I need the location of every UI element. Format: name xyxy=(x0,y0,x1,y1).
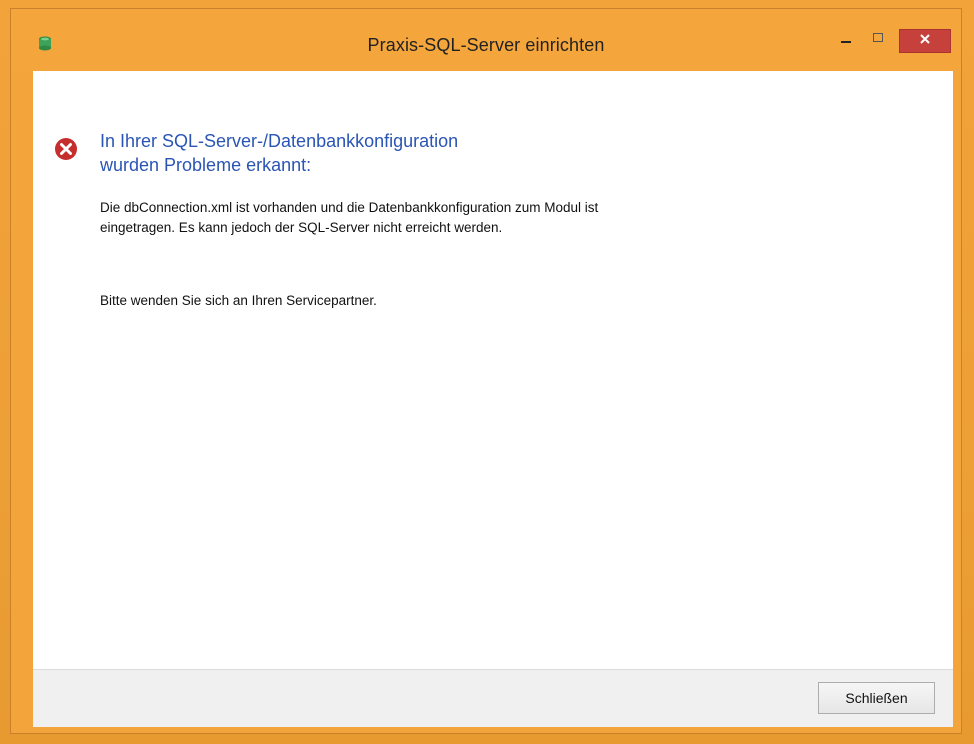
minimize-icon xyxy=(840,31,852,49)
dialog-window: Praxis-SQL-Server einrichten In Ihrer SQ… xyxy=(10,8,962,734)
heading-line-2: wurden Probleme erkannt: xyxy=(100,155,312,175)
close-button[interactable]: Schließen xyxy=(818,682,935,714)
window-controls xyxy=(831,29,951,59)
dialog-footer: Schließen xyxy=(33,669,953,727)
description-line-1: Die dbConnection.xml ist vorhanden und d… xyxy=(100,200,599,215)
close-icon xyxy=(919,32,931,50)
heading-line-1: In Ihrer SQL-Server-/Datenbankkonfigurat… xyxy=(100,131,459,151)
dialog-content: In Ihrer SQL-Server-/Datenbankkonfigurat… xyxy=(33,71,953,727)
title-bar[interactable]: Praxis-SQL-Server einrichten xyxy=(11,9,961,71)
window-title: Praxis-SQL-Server einrichten xyxy=(367,35,605,55)
error-heading: In Ihrer SQL-Server-/Datenbankkonfigurat… xyxy=(100,129,800,177)
contact-hint: Bitte wenden Sie sich an Ihren Servicepa… xyxy=(100,293,377,308)
description-line-2: eingetragen. Es kann jedoch der SQL-Serv… xyxy=(100,220,503,235)
window-close-button[interactable] xyxy=(899,29,951,53)
maximize-icon xyxy=(872,31,884,49)
error-description: Die dbConnection.xml ist vorhanden und d… xyxy=(100,198,840,238)
minimize-button[interactable] xyxy=(831,29,861,51)
maximize-button[interactable] xyxy=(863,29,893,51)
error-icon xyxy=(54,137,78,161)
